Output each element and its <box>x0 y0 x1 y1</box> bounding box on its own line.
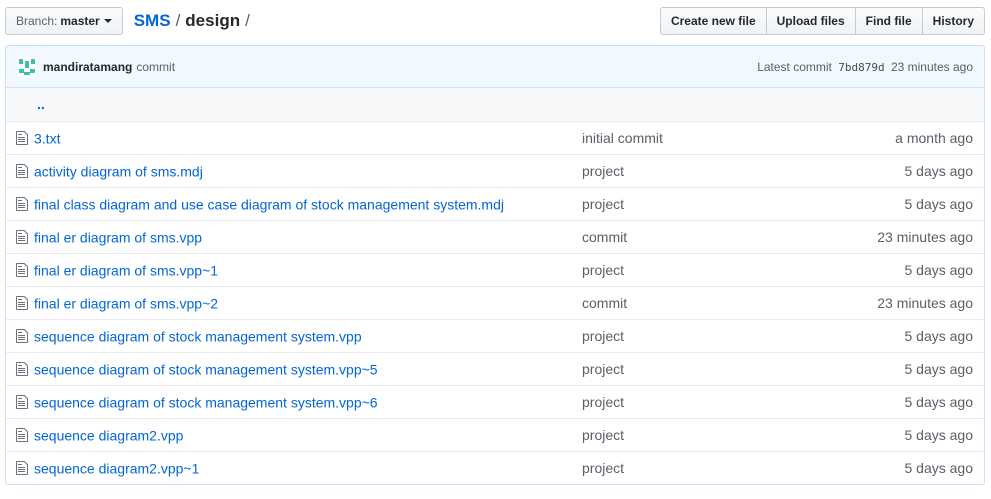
file-age: 5 days ago <box>904 195 974 212</box>
file-icon <box>16 263 28 278</box>
file-icon <box>16 329 28 344</box>
file-age: 5 days ago <box>904 360 974 377</box>
file-age: 23 minutes ago <box>877 294 973 311</box>
file-link[interactable]: final er diagram of sms.vpp~1 <box>34 262 218 278</box>
breadcrumb-separator: / <box>245 11 250 30</box>
file-table: .. 3.txt initial commit a month ago activit… <box>6 88 984 484</box>
table-row: final er diagram of sms.vpp~1 project 5 da… <box>6 253 984 286</box>
file-commit-message[interactable]: commit <box>576 220 759 253</box>
file-age: 5 days ago <box>904 261 974 278</box>
parent-directory-row[interactable]: .. <box>6 88 984 121</box>
file-name-cell: final class diagram and use case diagram… <box>6 187 576 220</box>
breadcrumb-current-dir: design <box>185 11 241 30</box>
file-icon <box>16 164 28 179</box>
table-row: final er diagram of sms.vpp commit 23 minu… <box>6 220 984 253</box>
file-name-cell: final er diagram of sms.vpp <box>6 220 576 253</box>
file-name-cell: sequence diagram of stock management sys… <box>6 352 576 385</box>
file-icon <box>16 197 28 212</box>
file-commit-message[interactable]: initial commit <box>576 121 759 154</box>
caret-down-icon <box>103 19 112 23</box>
latest-commit-info: Latest commit 7bd879d 23 minutes ago <box>757 60 973 74</box>
file-name-cell: sequence diagram of stock management sys… <box>6 385 576 418</box>
file-link[interactable]: final er diagram of sms.vpp~2 <box>34 295 218 311</box>
file-commit-message[interactable]: project <box>576 253 759 286</box>
upload-files-button[interactable]: Upload files <box>765 7 856 35</box>
file-name-cell: final er diagram of sms.vpp~1 <box>6 253 576 286</box>
table-row: sequence diagram2.vpp~1 project 5 days ago <box>6 451 984 484</box>
file-link[interactable]: final er diagram of sms.vpp <box>34 229 202 245</box>
file-commit-message[interactable]: project <box>576 154 759 187</box>
file-link[interactable]: sequence diagram of stock management sys… <box>34 328 362 344</box>
file-name-cell: activity diagram of sms.mdj <box>6 154 576 187</box>
table-row: final er diagram of sms.vpp~2 commit 23 mi… <box>6 286 984 319</box>
file-link[interactable]: sequence diagram2.vpp~1 <box>34 460 199 476</box>
file-age: 5 days ago <box>904 426 974 443</box>
file-name-cell: sequence diagram2.vpp~1 <box>6 451 576 484</box>
table-row: 3.txt initial commit a month ago <box>6 121 984 154</box>
table-row: sequence diagram of stock management sys… <box>6 319 984 352</box>
breadcrumb-repo-link[interactable]: SMS <box>134 11 171 31</box>
file-link[interactable]: sequence diagram of stock management sys… <box>34 394 378 410</box>
file-icon <box>16 230 28 245</box>
table-row: sequence diagram of stock management sys… <box>6 385 984 418</box>
commit-age: 23 minutes ago <box>890 59 973 74</box>
parent-directory-link[interactable]: .. <box>6 88 984 121</box>
file-link[interactable]: sequence diagram2.vpp <box>34 427 183 443</box>
commit-message[interactable]: commit <box>136 60 175 74</box>
file-name-cell: final er diagram of sms.vpp~2 <box>6 286 576 319</box>
file-icon <box>16 395 28 410</box>
commit-author[interactable]: mandiratamang <box>43 60 132 74</box>
file-commit-message[interactable]: project <box>576 418 759 451</box>
file-link[interactable]: final class diagram and use case diagram… <box>34 196 504 212</box>
file-age: 23 minutes ago <box>877 228 973 245</box>
file-actions-group: Create new file Upload files Find file H… <box>659 7 985 35</box>
file-age: 5 days ago <box>904 162 974 179</box>
latest-commit-label: Latest commit <box>757 59 832 74</box>
create-new-file-button[interactable]: Create new file <box>659 7 767 35</box>
commit-tease: mandiratamang commit Latest commit 7bd87… <box>6 46 984 88</box>
file-icon <box>16 362 28 377</box>
file-icon <box>16 131 28 146</box>
file-icon <box>16 461 28 476</box>
table-row: sequence diagram2.vpp project 5 days ago <box>6 418 984 451</box>
file-link[interactable]: sequence diagram of stock management sys… <box>34 361 378 377</box>
file-link[interactable]: 3.txt <box>34 130 60 146</box>
file-name-cell: sequence diagram of stock management sys… <box>6 319 576 352</box>
find-file-button[interactable]: Find file <box>854 7 923 35</box>
branch-name: master <box>60 14 100 28</box>
file-commit-message[interactable]: project <box>576 187 759 220</box>
table-row: sequence diagram of stock management sys… <box>6 352 984 385</box>
file-link[interactable]: activity diagram of sms.mdj <box>34 163 203 179</box>
file-commit-message[interactable]: project <box>576 385 759 418</box>
commit-sha-link[interactable]: 7bd879d <box>838 61 884 74</box>
branch-select-button[interactable]: Branch: master <box>5 7 123 35</box>
file-name-cell: sequence diagram2.vpp <box>6 418 576 451</box>
file-navigation: mandiratamang commit Latest commit 7bd87… <box>5 45 985 485</box>
file-icon <box>16 296 28 311</box>
file-commit-message[interactable]: project <box>576 451 759 484</box>
file-icon <box>16 428 28 443</box>
history-button[interactable]: History <box>921 7 985 35</box>
avatar[interactable] <box>17 56 37 77</box>
breadcrumb-separator: / <box>175 11 181 30</box>
file-commit-message[interactable]: commit <box>576 286 759 319</box>
table-row: final class diagram and use case diagram… <box>6 187 984 220</box>
file-name-cell: 3.txt <box>6 121 576 154</box>
breadcrumb: SMS / design / <box>134 11 255 31</box>
file-commit-message[interactable]: project <box>576 352 759 385</box>
branch-prefix: Branch: <box>16 14 58 28</box>
table-row: activity diagram of sms.mdj project 5 days… <box>6 154 984 187</box>
file-age: 5 days ago <box>904 459 974 476</box>
file-age: 5 days ago <box>904 327 974 344</box>
file-age: a month ago <box>895 129 973 146</box>
repo-toolbar: Branch: master SMS / design / Create new… <box>5 7 985 35</box>
file-commit-message[interactable]: project <box>576 319 759 352</box>
file-age: 5 days ago <box>904 393 974 410</box>
